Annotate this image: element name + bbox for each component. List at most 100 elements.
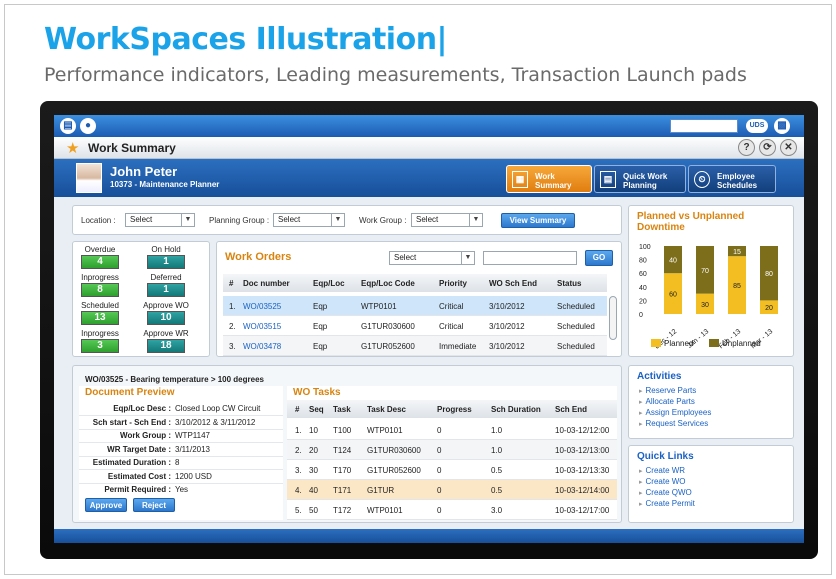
bottom-bar	[54, 529, 804, 543]
divider	[79, 469, 283, 470]
downtime-chart: 1008060402006040Dec - 123070Jan - 138515…	[639, 244, 778, 351]
action-label: Create QWO	[645, 488, 692, 497]
help-button[interactable]: ?	[738, 139, 755, 156]
approve-button[interactable]: Approve	[85, 498, 127, 512]
action-link[interactable]: ▸ Reserve Parts	[639, 386, 696, 395]
kpi-value-button[interactable]: 10	[147, 311, 185, 325]
divider	[79, 415, 283, 416]
field-value: 3/11/2013	[175, 444, 210, 454]
table-cell: 1.	[229, 302, 236, 311]
table-cell: 10-03-12/12:00	[555, 426, 610, 435]
slide-title: WorkSpaces Illustration|	[44, 22, 448, 57]
table-cell: 4.	[295, 486, 302, 495]
tab-employee-schedules[interactable]: ⏲ Employee Schedules	[688, 165, 776, 193]
close-button[interactable]: ✕	[780, 139, 797, 156]
kpi-value-button[interactable]: 3	[81, 339, 119, 353]
go-button[interactable]: GO	[585, 250, 613, 266]
kpi-label: Overdue	[84, 245, 116, 254]
doc-number-link[interactable]: WO/03515	[243, 322, 281, 331]
kpi-value-button[interactable]: 13	[81, 311, 119, 325]
kpi-value-button[interactable]: 8	[81, 283, 119, 297]
scrollbar[interactable]	[609, 296, 617, 340]
activities-panel: Activities ▸ Reserve Parts ▸ Allocate Parts…	[628, 365, 794, 439]
column-header: Sch Duration	[491, 405, 541, 414]
action-link[interactable]: ▸ Create QWO	[639, 488, 692, 497]
work-orders-search-input[interactable]	[483, 251, 577, 265]
select-value: Select	[278, 215, 301, 224]
data-label: 15	[733, 249, 741, 256]
table-cell: 10-03-12/17:00	[555, 506, 610, 515]
reject-button[interactable]: Reject	[133, 498, 175, 512]
uds-button[interactable]: UDS	[746, 119, 768, 133]
table-cell: G1TUR052600	[361, 342, 415, 351]
table-cell: Eqp	[313, 322, 328, 331]
detail-header: WO/03525 - Bearing temperature > 100 deg…	[85, 375, 264, 384]
column-header: Progress	[437, 405, 472, 414]
field-label: Work Group :	[120, 431, 171, 440]
action-link[interactable]: ▸ Request Services	[639, 419, 708, 428]
arrow-right-icon: ▸	[639, 468, 643, 475]
column-header: Doc number	[243, 279, 290, 288]
action-label: Allocate Parts	[645, 397, 695, 406]
action-link[interactable]: ▸ Create Permit	[639, 499, 695, 508]
refresh-button[interactable]: ⟳	[759, 139, 776, 156]
table-cell: 10-03-12/14:00	[555, 486, 610, 495]
table-cell: G1TUR030600	[367, 446, 421, 455]
arrow-right-icon: ▸	[639, 410, 643, 417]
slide-subtitle: Performance indicators, Leading measurem…	[44, 64, 747, 86]
table-cell: 3/10/2012	[489, 342, 525, 351]
tab-label: Schedules	[717, 181, 758, 190]
y-tick-label: 100	[639, 244, 651, 251]
tab-label: Planning	[623, 181, 657, 190]
field-label: Estimated Duration :	[92, 458, 171, 467]
action-link[interactable]: ▸ Create WO	[639, 477, 686, 486]
kpi-value-button[interactable]: 18	[147, 339, 185, 353]
data-label: 60	[669, 292, 677, 299]
global-search-input[interactable]	[670, 119, 738, 133]
doc-number-link[interactable]: WO/03525	[243, 302, 281, 311]
action-label: Create WO	[645, 477, 686, 486]
table-cell: 2.	[229, 322, 236, 331]
view-summary-button[interactable]: View Summary	[501, 213, 575, 228]
work-group-select[interactable]: Select ▼	[411, 213, 483, 227]
data-label: 80	[765, 271, 773, 278]
user-icon[interactable]: ●	[80, 118, 96, 134]
kpi-value-button[interactable]: 4	[81, 255, 119, 269]
action-label: Create Permit	[645, 499, 695, 508]
action-label: Reserve Parts	[645, 386, 697, 395]
arrow-right-icon: ▸	[639, 399, 643, 406]
kpi-value-button[interactable]: 1	[147, 255, 185, 269]
location-select[interactable]: Select ▼	[125, 213, 195, 227]
divider	[79, 455, 283, 457]
table-cell: 2.	[295, 446, 302, 455]
action-link[interactable]: ▸ Allocate Parts	[639, 397, 695, 406]
y-tick-label: 80	[639, 258, 647, 265]
kpi-label: Inprogress	[81, 329, 119, 338]
table-cell: 0	[437, 486, 442, 495]
work-orders-select[interactable]: Select ▼	[389, 251, 475, 265]
table-cell: WTP0101	[367, 426, 403, 435]
planning-group-select[interactable]: Select ▼	[273, 213, 345, 227]
select-value: Select	[130, 215, 153, 224]
tab-quick-work-planning[interactable]: ▤ Quick Work Planning	[594, 165, 686, 193]
lock-icon[interactable]: ▩	[774, 118, 790, 134]
action-link[interactable]: ▸ Create WR	[639, 466, 685, 475]
table-cell: 0	[437, 466, 442, 475]
action-link[interactable]: ▸ Assign Employees	[639, 408, 711, 417]
field-value: 1200 USD	[175, 471, 212, 481]
doc-number-link[interactable]: WO/03478	[243, 342, 281, 351]
chevron-down-icon: ▼	[181, 214, 194, 226]
star-icon[interactable]: ★	[66, 139, 79, 157]
kpi-label: Inprogress	[81, 273, 119, 282]
action-label: Create WR	[645, 466, 686, 475]
table-cell: 1.	[295, 426, 302, 435]
work-orders-panel: Work Orders Select ▼ GO # Doc number Eqp/Lo…	[216, 241, 622, 357]
action-label: Assign Employees	[645, 408, 712, 417]
table-cell: Scheduled	[557, 302, 595, 311]
tab-work-summary[interactable]: ▦ Work Summary	[506, 165, 592, 193]
table-cell: 10	[309, 426, 318, 435]
legend-swatch	[651, 339, 661, 347]
menu-icon[interactable]: ▤	[60, 118, 76, 134]
kpi-value-button[interactable]: 1	[147, 283, 185, 297]
work-group-label: Work Group :	[359, 216, 407, 225]
